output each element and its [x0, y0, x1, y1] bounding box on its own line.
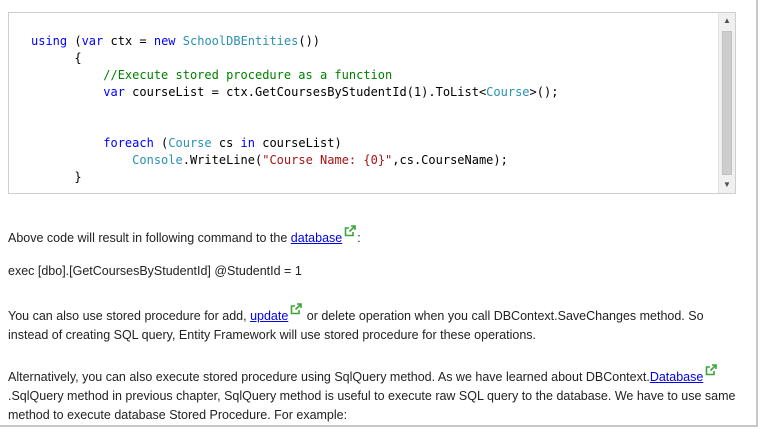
paragraph-text: Alternatively, you can also execute stor… — [8, 370, 650, 384]
code-token: new — [153, 34, 176, 48]
paragraph-text: exec [dbo].[GetCoursesByStudentId] @Stud… — [8, 264, 302, 278]
code-line: foreach (Course cs in courseList) — [31, 135, 342, 152]
external-link-icon[interactable] — [290, 303, 303, 315]
paragraph-result: Above code will result in following comm… — [8, 225, 738, 248]
code-token: .WriteLine( — [182, 153, 263, 167]
code-token: Console — [132, 153, 183, 167]
paragraph-text: You can also use stored procedure for ad… — [8, 309, 251, 323]
code-token: Course — [486, 85, 530, 99]
paragraph-text: .SqlQuery method in previous chapter, Sq… — [8, 389, 736, 422]
code-token: SchoolDBEntities — [182, 34, 299, 48]
external-link-icon[interactable] — [705, 364, 718, 376]
external-link-icon[interactable] — [344, 225, 357, 237]
code-token: ctx = — [103, 34, 154, 48]
scrollbar-thumb[interactable] — [722, 31, 732, 175]
paragraph-update: You can also use stored procedure for ad… — [8, 303, 738, 345]
paragraph-text: : — [357, 231, 361, 245]
database-link[interactable]: database — [291, 231, 342, 245]
code-line: { — [31, 50, 82, 67]
scroll-down-icon[interactable]: ▼ — [719, 177, 735, 193]
update-link[interactable]: update — [250, 309, 288, 323]
code-token: Course — [168, 136, 212, 150]
code-token: >(); — [529, 85, 559, 99]
code-line: //Execute stored procedure as a function — [31, 67, 392, 84]
code-token: ()) — [298, 34, 321, 48]
code-token: ,cs.CourseName); — [392, 153, 508, 167]
paragraph-sqlquery: Alternatively, you can also execute stor… — [8, 364, 738, 425]
code-block: using (var ctx = new SchoolDBEntities())… — [8, 12, 736, 194]
database-link[interactable]: Database — [650, 370, 704, 384]
scroll-up-icon[interactable]: ▲ — [719, 13, 735, 29]
code-token: foreach — [103, 136, 154, 150]
code-line: var courseList = ctx.GetCoursesByStudent… — [31, 84, 558, 101]
code-token: } — [31, 170, 82, 184]
code-token: courseList) — [255, 136, 342, 150]
code-token: //Execute stored procedure as a function — [31, 68, 393, 82]
code-scrollbar[interactable]: ▲ ▼ — [718, 13, 735, 193]
code-line: using (var ctx = new SchoolDBEntities()) — [31, 33, 320, 50]
paragraph-text: Above code will result in following comm… — [8, 231, 291, 245]
code-token: ( — [153, 136, 169, 150]
paragraph-exec-command: exec [dbo].[GetCoursesByStudentId] @Stud… — [8, 262, 738, 281]
code-token: var — [81, 34, 104, 48]
code-token: in — [240, 136, 255, 150]
code-token: var — [103, 85, 125, 99]
code-token: using — [31, 34, 68, 48]
code-token: { — [31, 51, 82, 65]
code-token: ( — [67, 34, 82, 48]
code-token: cs — [211, 136, 241, 150]
code-line: Console.WriteLine("Course Name: {0}",cs.… — [31, 152, 508, 169]
code-line: } — [31, 169, 82, 186]
code-token: "Course Name: {0}" — [262, 153, 393, 167]
code-token: courseList = ctx.GetCoursesByStudentId(1… — [124, 85, 487, 99]
